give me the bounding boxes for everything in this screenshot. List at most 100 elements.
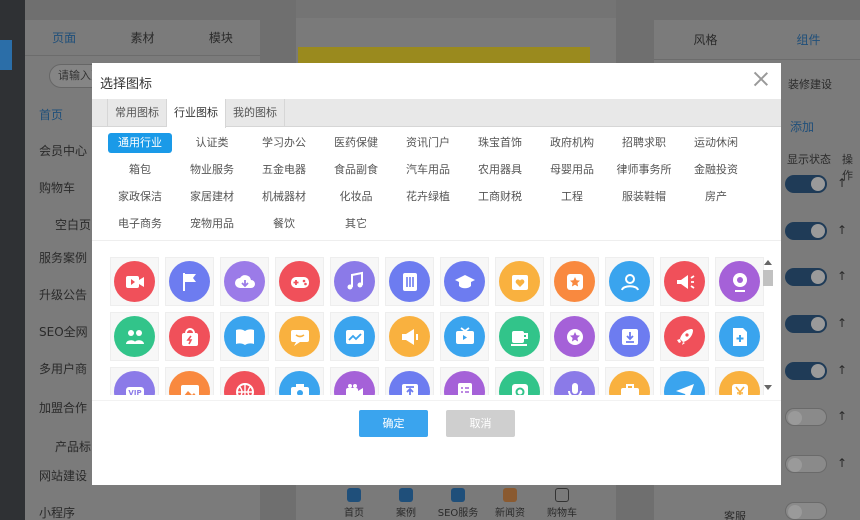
icon-option[interactable] — [275, 312, 324, 361]
icon-option[interactable] — [715, 257, 764, 306]
icon-option[interactable] — [495, 257, 544, 306]
icon-option[interactable]: VIP — [110, 367, 159, 395]
icon-option[interactable] — [220, 257, 269, 306]
icon-grid: VIP — [107, 255, 777, 395]
category-chip[interactable]: 家居建材 — [180, 187, 244, 207]
close-icon[interactable] — [751, 69, 771, 89]
icon-option[interactable] — [550, 312, 599, 361]
category-chip[interactable]: 家政保洁 — [108, 187, 172, 207]
category-chip[interactable]: 电子商务 — [108, 214, 172, 234]
arrow-up-icon: ↑ — [837, 363, 848, 377]
icon-option[interactable] — [660, 312, 709, 361]
bg-tab-modules: 模块 — [208, 31, 233, 45]
category-chip[interactable]: 医药保健 — [324, 133, 388, 153]
icon-option[interactable] — [550, 257, 599, 306]
download-icon — [609, 316, 650, 357]
icon-option[interactable] — [275, 367, 324, 395]
icon-option[interactable] — [495, 312, 544, 361]
bg-tab-components: 组件 — [796, 33, 821, 47]
category-chip[interactable]: 招聘求职 — [612, 133, 676, 153]
icon-option[interactable] — [330, 312, 379, 361]
icon-grid-scrollbar[interactable] — [762, 257, 774, 393]
icon-option[interactable] — [605, 257, 654, 306]
category-chip[interactable]: 宠物用品 — [180, 214, 244, 234]
category-chip[interactable]: 学习办公 — [252, 133, 316, 153]
bg-toggle — [785, 175, 827, 193]
cloud-icon — [224, 261, 265, 302]
category-chip[interactable]: 化妆品 — [324, 187, 388, 207]
video-icon — [114, 261, 155, 302]
icon-option[interactable] — [385, 312, 434, 361]
category-chip[interactable]: 五金电器 — [252, 160, 316, 180]
scroll-up-icon[interactable] — [764, 260, 772, 265]
category-chip[interactable]: 工商财税 — [468, 187, 532, 207]
side-rail — [0, 0, 25, 520]
scroll-down-icon[interactable] — [764, 385, 772, 390]
icon-option[interactable] — [440, 312, 489, 361]
icon-option[interactable] — [220, 367, 269, 395]
tab-my-icons[interactable]: 我的图标 — [226, 99, 285, 127]
category-chip[interactable]: 认证类 — [180, 133, 244, 153]
icon-option[interactable] — [110, 312, 159, 361]
icon-option[interactable] — [715, 367, 764, 395]
scroll-thumb[interactable] — [763, 270, 773, 286]
graduation-cap-icon — [444, 261, 485, 302]
flag-icon — [169, 261, 210, 302]
music-icon — [334, 261, 375, 302]
category-chip[interactable]: 汽车用品 — [396, 160, 460, 180]
category-chip[interactable]: 资讯门户 — [396, 133, 460, 153]
icon-option[interactable] — [660, 257, 709, 306]
bg-page-item: 升级公告 — [39, 288, 88, 302]
category-chip[interactable]: 房产 — [684, 187, 748, 207]
icon-option[interactable] — [275, 257, 324, 306]
icon-option[interactable] — [110, 257, 159, 306]
svg-text:VIP: VIP — [128, 389, 141, 396]
icon-option[interactable] — [330, 257, 379, 306]
category-chip[interactable]: 母婴用品 — [540, 160, 604, 180]
icon-option[interactable] — [660, 367, 709, 395]
bg-toggle — [785, 455, 827, 473]
icon-option[interactable] — [165, 312, 214, 361]
category-chip[interactable]: 农用器具 — [468, 160, 532, 180]
group-icon — [114, 316, 155, 357]
icon-option[interactable] — [385, 257, 434, 306]
category-chip[interactable]: 通用行业 — [108, 133, 172, 153]
category-chip[interactable]: 机械器材 — [252, 187, 316, 207]
cup-icon — [499, 316, 540, 357]
icon-option[interactable] — [165, 367, 214, 395]
divider — [92, 240, 781, 241]
tab-common-icons[interactable]: 常用图标 — [107, 99, 167, 127]
category-chip[interactable]: 服装鞋帽 — [612, 187, 676, 207]
category-chip[interactable]: 其它 — [324, 214, 388, 234]
confirm-button[interactable]: 确定 — [359, 410, 428, 437]
icon-option[interactable] — [605, 367, 654, 395]
icon-option[interactable] — [440, 257, 489, 306]
icon-option[interactable] — [385, 367, 434, 395]
category-chip[interactable]: 食品副食 — [324, 160, 388, 180]
icon-option[interactable] — [330, 367, 379, 395]
bg-toggle — [785, 268, 827, 286]
icon-option[interactable] — [165, 257, 214, 306]
bg-service-label: 客服 — [724, 510, 746, 520]
icon-option[interactable] — [605, 312, 654, 361]
loudspeaker-icon — [389, 316, 430, 357]
category-chip[interactable]: 金融投资 — [684, 160, 748, 180]
category-chip[interactable]: 珠宝首饰 — [468, 133, 532, 153]
category-chip[interactable]: 运动休闲 — [684, 133, 748, 153]
icon-option[interactable] — [550, 367, 599, 395]
icon-option[interactable] — [715, 312, 764, 361]
icon-option[interactable] — [220, 312, 269, 361]
category-chip[interactable]: 箱包 — [108, 160, 172, 180]
category-chip[interactable]: 政府机构 — [540, 133, 604, 153]
arrow-up-icon: ↑ — [837, 223, 848, 237]
icon-option[interactable] — [495, 367, 544, 395]
cancel-button[interactable]: 取消 — [446, 410, 515, 437]
category-chip[interactable]: 物业服务 — [180, 160, 244, 180]
category-chip[interactable]: 工程 — [540, 187, 604, 207]
bg-status-header: 显示状态 — [787, 153, 831, 166]
category-chip[interactable]: 餐饮 — [252, 214, 316, 234]
category-chip[interactable]: 律师事务所 — [612, 160, 676, 180]
icon-option[interactable] — [440, 367, 489, 395]
tab-industry-icons[interactable]: 行业图标 — [167, 99, 226, 128]
category-chip[interactable]: 花卉绿植 — [396, 187, 460, 207]
